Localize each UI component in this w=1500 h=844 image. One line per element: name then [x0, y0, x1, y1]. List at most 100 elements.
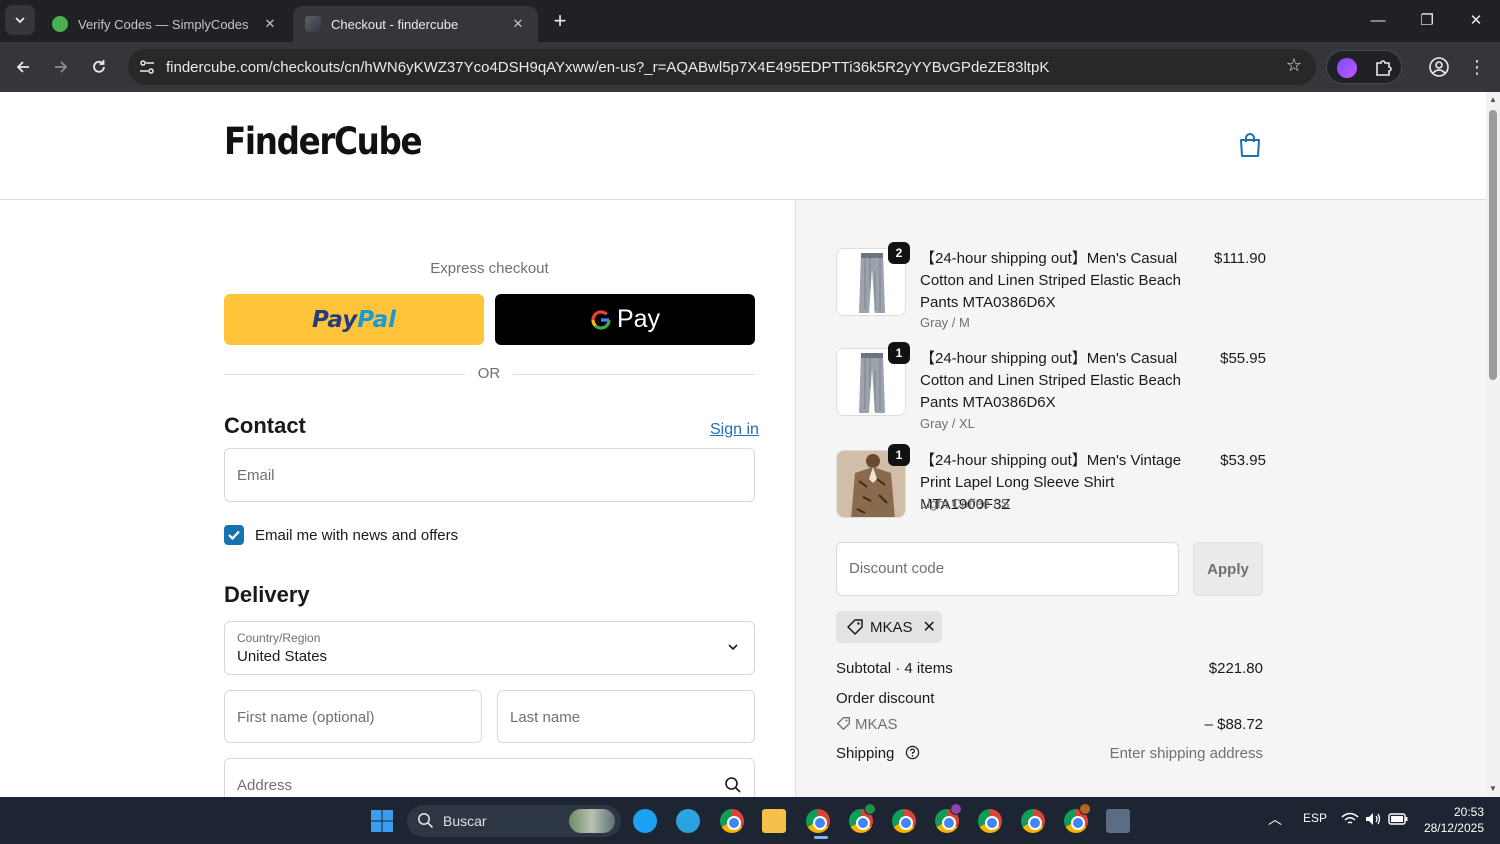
item-title: 【24-hour shipping out】Men's Casual Cotto…: [920, 250, 1181, 311]
first-name-field[interactable]: First name (optional): [224, 690, 482, 743]
battery-icon[interactable]: [1388, 812, 1408, 826]
taskbar-search[interactable]: Buscar: [407, 805, 621, 837]
item-variant: Gray / M: [920, 315, 970, 330]
first-name-placeholder: First name (optional): [237, 709, 375, 726]
profile-icon[interactable]: [1428, 56, 1450, 78]
file-explorer-icon[interactable]: [762, 809, 786, 833]
telegram-icon[interactable]: [676, 809, 700, 833]
address-placeholder: Address: [237, 777, 293, 794]
chrome-profile-icon[interactable]: [806, 809, 830, 833]
last-name-placeholder: Last name: [510, 709, 581, 726]
chrome-profile-icon[interactable]: [1021, 809, 1045, 833]
quantity-badge: 2: [888, 242, 910, 264]
line-item: 1 【24-hour shipping out】Men's Vintage Pr…: [836, 444, 1266, 525]
close-window-button[interactable]: ✕: [1456, 8, 1496, 34]
store-logo[interactable]: FinderCube: [224, 120, 423, 163]
site-info-icon[interactable]: [138, 58, 156, 76]
volume-icon[interactable]: [1364, 811, 1382, 827]
item-title: 【24-hour shipping out】Men's Casual Cotto…: [920, 350, 1181, 411]
url-text[interactable]: findercube.com/checkouts/cn/hWN6yKWZ37Yc…: [166, 59, 1049, 76]
scrollbar-thumb[interactable]: [1489, 110, 1497, 380]
calculator-icon[interactable]: [1106, 809, 1130, 833]
restore-button[interactable]: ❐: [1407, 8, 1447, 34]
item-variant: Light Coffee / S: [920, 496, 1010, 511]
discount-code-input[interactable]: Discount code: [836, 542, 1179, 596]
profile-badge: [1079, 803, 1091, 815]
address-field[interactable]: Address: [224, 758, 755, 797]
kebab-menu-icon[interactable]: ⋮: [1468, 54, 1486, 80]
order-discount-label: Order discount: [836, 690, 935, 707]
puzzle-icon[interactable]: [1373, 56, 1395, 78]
scroll-down-icon[interactable]: ▼: [1488, 784, 1498, 794]
google-pay-button[interactable]: Pay: [495, 294, 755, 345]
arrow-right-icon: [55, 61, 68, 73]
applied-discount-chip: MKAS ✕: [836, 611, 942, 643]
browser-tab-strip: Verify Codes — SimplyCodes ✕ Checkout - …: [0, 0, 1500, 42]
page-scrollbar[interactable]: ▲ ▼: [1486, 92, 1500, 797]
help-icon[interactable]: [905, 745, 920, 760]
system-clock[interactable]: 20:53 28/12/2025: [1414, 804, 1484, 836]
divider: [513, 374, 755, 375]
subtotal-row: Subtotal · 4 items $221.80: [836, 660, 1263, 677]
subtotal-label: Subtotal · 4 items: [836, 660, 953, 677]
forward-button[interactable]: [48, 54, 74, 80]
or-divider-label: OR: [477, 365, 501, 382]
apply-discount-button[interactable]: Apply: [1193, 542, 1263, 596]
quantity-badge: 1: [888, 342, 910, 364]
tab-title: Checkout - findercube: [331, 16, 459, 32]
browser-tab-checkout[interactable]: Checkout - findercube ✕: [293, 6, 538, 42]
reload-button[interactable]: [86, 54, 112, 80]
news-offers-checkbox[interactable]: [224, 525, 244, 545]
shipping-row: Shipping Enter shipping address: [836, 745, 1263, 762]
sign-in-link[interactable]: Sign in: [710, 421, 759, 439]
cortana-c-icon[interactable]: [633, 809, 657, 833]
tag-icon: [847, 619, 863, 635]
divider: [224, 374, 465, 375]
back-button[interactable]: [10, 54, 36, 80]
google-pay-label: Pay: [616, 305, 661, 333]
chevron-down-icon: [728, 644, 738, 651]
order-summary: 2 【24-hour shipping out】Men's Casual Cot…: [795, 200, 1486, 797]
chevron-down-icon: [15, 17, 25, 24]
discount-code-row: MKAS – $88.72: [836, 716, 1263, 733]
shopping-bag-icon[interactable]: [1238, 132, 1262, 158]
extensions-group: [1326, 50, 1402, 84]
wifi-icon[interactable]: [1341, 812, 1359, 826]
search-label: Buscar: [443, 813, 487, 829]
chrome-profile-icon[interactable]: [978, 809, 1002, 833]
country-select[interactable]: Country/Region United States: [224, 621, 755, 675]
applied-code-label: MKAS: [870, 618, 913, 636]
windows-start-icon[interactable]: [371, 810, 393, 832]
address-bar[interactable]: findercube.com/checkouts/cn/hWN6yKWZ37Yc…: [128, 49, 1316, 85]
windows-taskbar: Buscar ︿ ESP 20:53 28/12/2025: [0, 797, 1500, 844]
arrow-left-icon: [16, 61, 29, 73]
browser-tab-simplycodes[interactable]: Verify Codes — SimplyCodes ✕: [40, 6, 290, 42]
line-item: 2 【24-hour shipping out】Men's Casual Cot…: [836, 242, 1266, 338]
site-header: FinderCube: [0, 92, 1486, 200]
active-app-indicator: [814, 836, 828, 839]
clock-date: 28/12/2025: [1423, 821, 1484, 835]
ai-assistant-icon[interactable]: [1337, 58, 1357, 78]
chrome-profile-icon[interactable]: [892, 809, 916, 833]
tag-icon: [837, 717, 850, 730]
delivery-heading: Delivery: [224, 582, 310, 607]
language-indicator[interactable]: ESP: [1303, 811, 1327, 825]
minimize-button[interactable]: —: [1358, 8, 1398, 34]
close-tab-icon[interactable]: ✕: [262, 16, 278, 32]
tab-search-button[interactable]: [5, 5, 35, 35]
bookmark-star-icon[interactable]: ☆: [1286, 55, 1302, 76]
search-icon: [418, 813, 434, 829]
paypal-button[interactable]: Pay Pal: [224, 294, 484, 345]
scroll-up-icon[interactable]: ▲: [1488, 95, 1498, 105]
email-field[interactable]: Email: [224, 448, 755, 502]
last-name-field[interactable]: Last name: [497, 690, 755, 743]
subtotal-value: $221.80: [1208, 660, 1263, 677]
close-tab-icon[interactable]: ✕: [510, 16, 526, 32]
chrome-icon[interactable]: [720, 809, 744, 833]
remove-discount-icon[interactable]: ✕: [923, 617, 936, 637]
show-hidden-icons-chevron-icon[interactable]: ︿: [1268, 809, 1282, 829]
paypal-logo-pay: Pay: [312, 306, 358, 333]
google-g-icon: [591, 309, 611, 330]
news-offers-label[interactable]: Email me with news and offers: [255, 527, 458, 544]
new-tab-button[interactable]: +: [547, 9, 573, 35]
